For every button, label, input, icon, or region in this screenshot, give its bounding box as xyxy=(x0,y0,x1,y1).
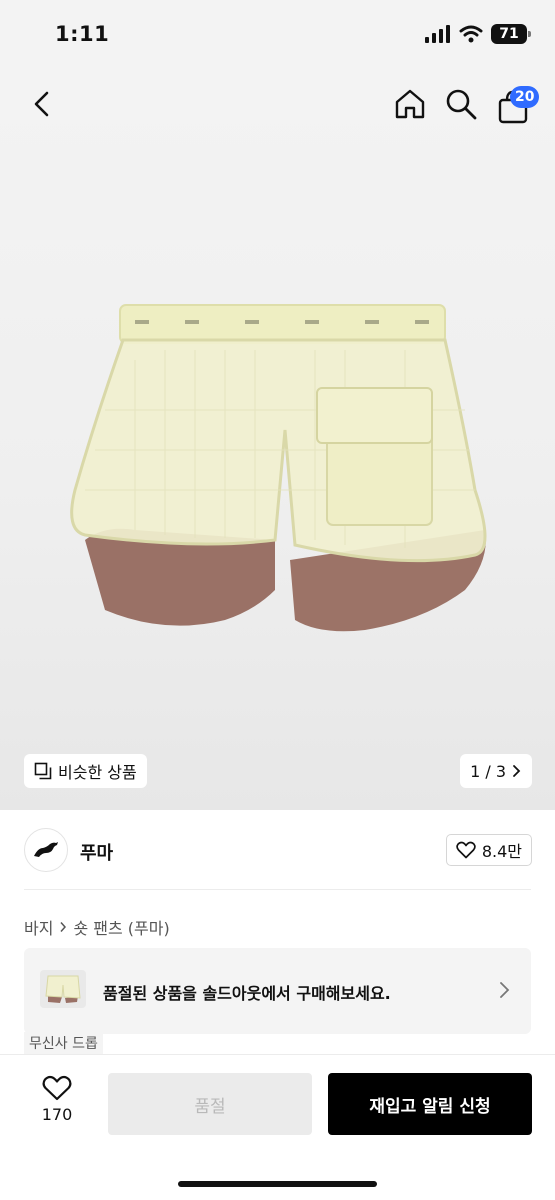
wishlist-button[interactable]: 170 xyxy=(30,1075,84,1137)
brand-logo[interactable] xyxy=(24,828,68,872)
brand-like-count: 8.4만 xyxy=(481,842,522,861)
wifi-icon xyxy=(459,25,483,43)
status-time: 1:11 xyxy=(55,22,110,46)
breadcrumb: 바지 숏 팬츠 (푸마) xyxy=(24,915,170,939)
brand-name[interactable]: 푸마 xyxy=(80,839,113,865)
home-indicator xyxy=(178,1181,377,1187)
top-nav xyxy=(0,70,555,140)
breadcrumb-category[interactable]: 바지 xyxy=(24,915,53,939)
similar-products-button[interactable]: 비슷한 상품 xyxy=(24,754,147,788)
soldout-banner[interactable]: 품절된 상품을 솔드아웃에서 구매해보세요. xyxy=(24,948,531,1034)
chevron-right-icon xyxy=(513,765,521,777)
brand-row: 푸마 8.4만 xyxy=(0,810,555,890)
wishlist-count: 170 xyxy=(41,1105,73,1124)
home-icon[interactable] xyxy=(392,86,428,122)
similar-products-label: 비슷한 상품 xyxy=(58,763,137,782)
back-icon[interactable] xyxy=(25,87,59,121)
page-indicator-text: 1 / 3 xyxy=(470,761,506,781)
cart-count-badge: 20 xyxy=(510,86,540,108)
chevron-right-icon xyxy=(500,982,510,998)
breadcrumb-subcategory[interactable]: 숏 팬츠 (푸마) xyxy=(73,915,169,939)
bottom-action-bar: 170 품절 재입고 알림 신청 xyxy=(0,1054,555,1200)
status-icons: 71 xyxy=(425,24,531,44)
battery-icon: 71 xyxy=(491,24,531,44)
product-image xyxy=(70,304,487,632)
status-bar: 1:11 71 xyxy=(0,0,555,70)
search-icon[interactable] xyxy=(443,86,479,122)
image-page-indicator[interactable]: 1 / 3 xyxy=(460,754,532,788)
brand-like-button[interactable]: 8.4만 xyxy=(445,834,532,866)
heart-icon xyxy=(42,1075,72,1101)
soldout-button: 품절 xyxy=(108,1073,312,1135)
copy-icon xyxy=(34,762,52,780)
divider xyxy=(24,889,531,890)
restock-alert-button[interactable]: 재입고 알림 신청 xyxy=(328,1073,532,1135)
soldout-banner-text: 품절된 상품을 솔드아웃에서 구매해보세요. xyxy=(103,984,391,1003)
signal-icon xyxy=(425,25,450,43)
banner-product-thumbnail xyxy=(40,970,86,1008)
musinsa-drop-tag: 무신사 드롭 xyxy=(24,1032,103,1054)
heart-icon xyxy=(456,841,476,859)
chevron-right-icon xyxy=(60,922,67,932)
puma-logo-icon xyxy=(34,842,58,857)
